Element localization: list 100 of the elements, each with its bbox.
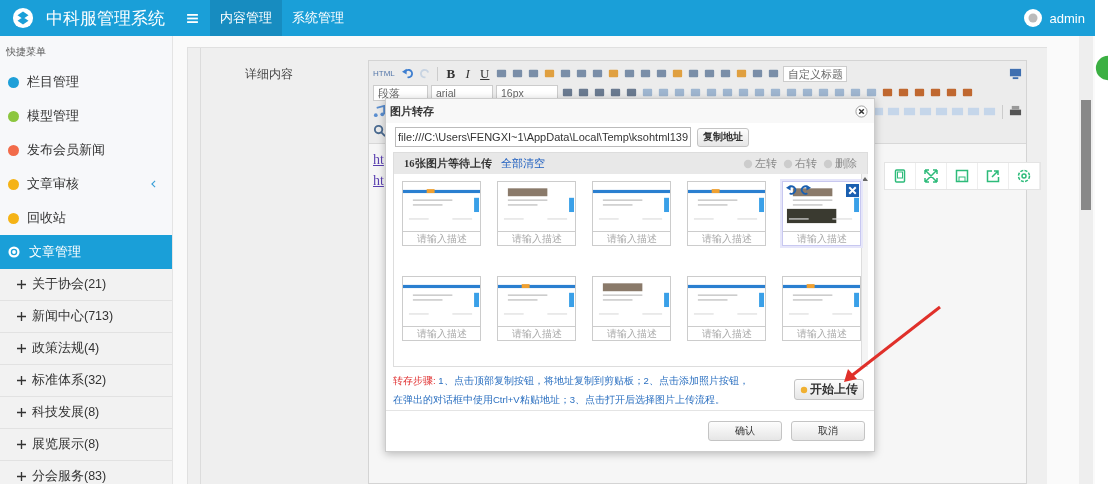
description-field[interactable]: 请输入描述 bbox=[688, 326, 765, 340]
description-field[interactable]: 请输入描述 bbox=[783, 231, 860, 245]
toolbar-icon[interactable] bbox=[929, 86, 942, 99]
scroll-up-icon[interactable] bbox=[862, 177, 868, 181]
start-upload-button[interactable]: 开始上传 bbox=[794, 379, 864, 400]
description-field[interactable]: 请输入描述 bbox=[688, 231, 765, 245]
sidebar-subitem[interactable]: 展览展示(8) bbox=[0, 429, 172, 461]
toolbar-icon[interactable] bbox=[801, 86, 814, 99]
sidebar-subitem[interactable]: 关于协会(21) bbox=[0, 269, 172, 301]
toolbar-icon[interactable] bbox=[737, 86, 750, 99]
toolbar-icon[interactable] bbox=[913, 86, 926, 99]
sidebar-subitem[interactable]: 分会服务(83) bbox=[0, 461, 172, 484]
menu-icon[interactable] bbox=[187, 13, 198, 23]
image-card[interactable]: 请输入描述 bbox=[592, 276, 671, 341]
toolbar-icon[interactable] bbox=[654, 67, 668, 80]
rotate-right-icon[interactable] bbox=[800, 184, 811, 195]
avatar-icon[interactable] bbox=[1023, 9, 1042, 27]
image-card[interactable]: 请输入描述 bbox=[592, 181, 671, 246]
description-field[interactable]: 请输入描述 bbox=[498, 231, 575, 245]
content-link[interactable]: ht bbox=[373, 173, 387, 189]
description-field[interactable]: 请输入描述 bbox=[593, 326, 670, 340]
toolbar-icon[interactable] bbox=[961, 86, 974, 99]
toolbar-icon[interactable] bbox=[526, 67, 540, 80]
toolbar-icon[interactable] bbox=[606, 67, 620, 80]
description-field[interactable]: 请输入描述 bbox=[403, 326, 480, 340]
toolbar-icon[interactable] bbox=[718, 67, 732, 80]
toolbar-select[interactable]: 段落 bbox=[373, 84, 428, 101]
monitor-icon[interactable] bbox=[1009, 67, 1022, 80]
toolbar-icon[interactable] bbox=[833, 86, 846, 99]
image-card[interactable]: 请输入描述 bbox=[402, 181, 481, 246]
toolbar-icon[interactable] bbox=[625, 86, 638, 99]
sidebar-subitem[interactable]: 科技发展(8) bbox=[0, 397, 172, 429]
sidebar-item[interactable]: 回收站 bbox=[0, 201, 172, 235]
image-card[interactable]: 请输入描述 bbox=[497, 276, 576, 341]
toolbar-icon[interactable] bbox=[622, 67, 636, 80]
sidebar-subitem[interactable]: 新闻中心(713) bbox=[0, 301, 172, 333]
sidebar-subitem[interactable]: 政策法规(4) bbox=[0, 333, 172, 365]
sidebar-item[interactable]: 发布会员新闻 bbox=[0, 133, 172, 167]
url-field[interactable]: file:///C:\Users\FENGXI~1\AppData\Local\Temp\ksohtml139 bbox=[395, 127, 692, 147]
toolbar-icon[interactable] bbox=[673, 86, 686, 99]
toolbar-icon[interactable] bbox=[542, 67, 556, 80]
toolbar-icon[interactable] bbox=[734, 67, 748, 80]
rotate-left-icon[interactable] bbox=[786, 184, 797, 195]
undo-icon[interactable] bbox=[401, 67, 415, 80]
toolbar-icon[interactable] bbox=[577, 86, 590, 99]
close-icon[interactable] bbox=[855, 104, 868, 118]
format-button[interactable]: B bbox=[443, 65, 458, 82]
scrollbar-thumb[interactable] bbox=[1081, 100, 1091, 210]
image-card[interactable]: 请输入描述 bbox=[402, 276, 481, 341]
toolbar-icon[interactable] bbox=[558, 67, 572, 80]
toolbar-icon[interactable] bbox=[705, 86, 718, 99]
printer-icon[interactable] bbox=[1009, 105, 1022, 118]
dialog-button[interactable]: 取消 bbox=[791, 421, 865, 441]
toolbar-icon[interactable] bbox=[574, 67, 588, 80]
toolbar-icon[interactable] bbox=[494, 67, 508, 80]
image-card[interactable]: 请输入描述 bbox=[687, 276, 766, 341]
toolbar-icon[interactable] bbox=[593, 86, 606, 99]
toolbar-icon[interactable] bbox=[865, 86, 878, 99]
toolbar-icon[interactable] bbox=[702, 67, 716, 80]
toolbar-icon[interactable] bbox=[638, 67, 652, 80]
dialog-button[interactable]: 确认 bbox=[708, 421, 782, 441]
music-icon[interactable] bbox=[373, 105, 386, 118]
toolbar-icon[interactable] bbox=[945, 86, 958, 99]
toolbar-icon[interactable] bbox=[817, 86, 830, 99]
sidebar-item[interactable]: 栏目管理 bbox=[0, 65, 172, 99]
toolbar-icon[interactable] bbox=[753, 86, 766, 99]
search-icon[interactable] bbox=[373, 124, 386, 137]
toolbar-icon[interactable] bbox=[609, 86, 622, 99]
toolbar-icon[interactable] bbox=[590, 67, 604, 80]
image-card[interactable]: 请输入描述 bbox=[782, 276, 861, 341]
html-button[interactable]: HTML bbox=[373, 69, 395, 78]
sidebar-item[interactable]: 文章审核 bbox=[0, 167, 172, 201]
image-card[interactable]: 请输入描述 bbox=[687, 181, 766, 246]
toolbar-icon[interactable] bbox=[849, 86, 862, 99]
toolbar-icon[interactable] bbox=[670, 67, 684, 80]
close-icon[interactable] bbox=[846, 184, 859, 197]
toolbar-icon[interactable] bbox=[721, 86, 734, 99]
image-card[interactable]: 请输入描述 bbox=[497, 181, 576, 246]
sidebar-item[interactable]: 模型管理 bbox=[0, 99, 172, 133]
description-field[interactable]: 请输入描述 bbox=[403, 231, 480, 245]
nav-tab[interactable]: 内容管理 bbox=[210, 0, 282, 36]
description-field[interactable]: 请输入描述 bbox=[593, 231, 670, 245]
toolbar-icon[interactable] bbox=[769, 86, 782, 99]
toolbar-icon[interactable] bbox=[561, 86, 574, 99]
toolbar-icon[interactable] bbox=[785, 86, 798, 99]
description-field[interactable]: 请输入描述 bbox=[498, 326, 575, 340]
toolbar-icon[interactable] bbox=[881, 86, 894, 99]
description-field[interactable]: 请输入描述 bbox=[783, 326, 860, 340]
toolbar-icon[interactable] bbox=[689, 86, 702, 99]
heading-select[interactable]: 自定义标题 bbox=[782, 65, 847, 82]
content-link[interactable]: ht bbox=[373, 152, 387, 168]
toolbar-icon[interactable] bbox=[686, 67, 700, 80]
toolbar-icon[interactable] bbox=[510, 67, 524, 80]
toolbar-icon[interactable] bbox=[641, 86, 654, 99]
image-card[interactable]: 请输入描述 bbox=[782, 181, 861, 246]
clear-all-link[interactable]: 全部清空 bbox=[500, 156, 545, 171]
sidebar-subitem[interactable]: 标准体系(32) bbox=[0, 365, 172, 397]
toolbar-icon[interactable] bbox=[897, 86, 910, 99]
format-button[interactable]: U bbox=[477, 65, 492, 82]
toolbar-icon[interactable] bbox=[657, 86, 670, 99]
